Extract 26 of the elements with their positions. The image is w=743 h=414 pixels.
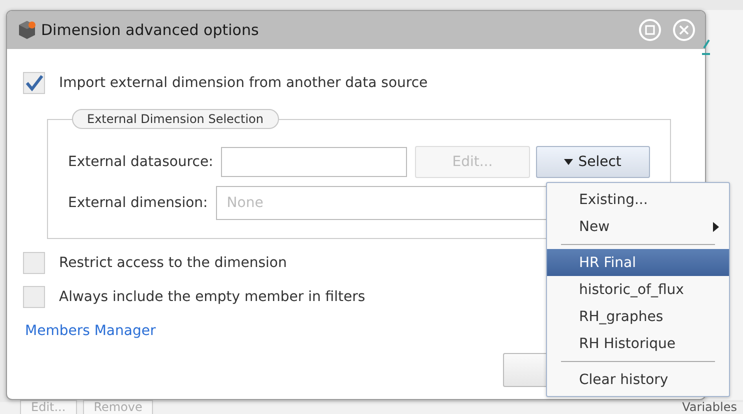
field-label: External datasource: <box>68 154 214 170</box>
section-header[interactable]: Variables <box>682 401 737 414</box>
field-label: External dimension: <box>68 195 208 211</box>
checkbox-label: Import external dimension from another data source <box>59 75 428 91</box>
close-icon <box>679 25 689 35</box>
caret-icon <box>564 159 574 165</box>
checkbox[interactable] <box>23 286 45 308</box>
maximize-button[interactable] <box>639 19 661 41</box>
menu-item[interactable]: RH_graphes <box>547 303 729 330</box>
menu-item[interactable]: HR Final <box>547 249 729 276</box>
members-manager-link[interactable]: Members Manager <box>25 323 156 339</box>
close-button[interactable] <box>673 19 695 41</box>
datasource-field[interactable] <box>221 147 408 177</box>
window-title: Dimension advanced options <box>41 21 260 39</box>
cube-icon <box>17 20 37 40</box>
submenu-arrow-icon <box>713 222 719 232</box>
menu-item[interactable]: RH Historique <box>547 330 729 357</box>
checkbox-label: Restrict access to the dimension <box>59 255 287 271</box>
menu-item[interactable]: Clear history <box>547 366 729 393</box>
checkbox-label: Always include the empty member in filters <box>59 289 366 305</box>
import-checkbox[interactable] <box>23 72 45 94</box>
checkbox[interactable] <box>23 252 45 274</box>
menu-item[interactable]: historic_of_flux <box>547 276 729 303</box>
maximize-icon <box>645 25 655 35</box>
group-legend: External Dimension Selection <box>72 109 279 129</box>
select-button[interactable]: Select <box>536 146 650 178</box>
